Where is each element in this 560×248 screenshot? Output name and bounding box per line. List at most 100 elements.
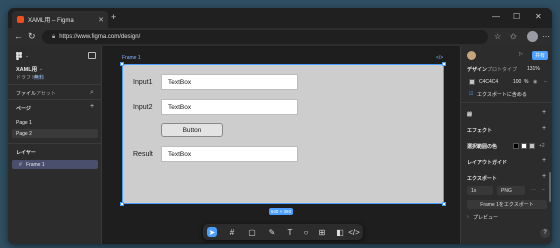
tab-assets[interactable]: アセット bbox=[36, 90, 56, 97]
preview-toggle[interactable]: プレビュー bbox=[473, 214, 498, 221]
bottom-toolbar: ➤ # ▢ ✎ T ○ ⊞ ◧ </> bbox=[203, 224, 363, 240]
back-arrow-icon[interactable]: ← bbox=[14, 31, 23, 41]
chevron-down-icon[interactable]: ⌄ bbox=[25, 53, 29, 59]
export-format-select[interactable]: PNG bbox=[497, 186, 525, 195]
layers-heading: レイヤー bbox=[16, 150, 36, 156]
more-colors-count[interactable]: +2 bbox=[539, 143, 545, 149]
add-page-icon[interactable]: + bbox=[90, 103, 94, 110]
color-chip[interactable] bbox=[513, 143, 519, 149]
textbox-input2[interactable]: TextBox bbox=[161, 99, 298, 115]
actions-tool-icon[interactable]: ⊞ bbox=[317, 227, 327, 237]
tab-title: XAML用 – Figma bbox=[28, 18, 74, 24]
textbox-input1[interactable]: TextBox bbox=[161, 74, 298, 90]
profile-avatar[interactable] bbox=[527, 31, 538, 42]
pages-heading: ページ bbox=[16, 106, 31, 112]
row-label: Input2 bbox=[133, 104, 153, 111]
file-name-chevron-icon[interactable]: ⌄ bbox=[39, 66, 43, 72]
export-scale-select[interactable]: 1x bbox=[467, 186, 493, 195]
figma-menu-icon[interactable] bbox=[15, 52, 23, 60]
url-field[interactable]: 🔒︎ https://www.figma.com/design/ bbox=[42, 30, 488, 44]
remove-icon[interactable]: − bbox=[544, 79, 547, 85]
frame-tool-icon[interactable]: # bbox=[227, 227, 237, 237]
section-stroke: 線 bbox=[467, 112, 473, 118]
frame-name-label[interactable]: Frame 1 bbox=[122, 55, 141, 61]
add-layout-guide-icon[interactable]: + bbox=[542, 157, 546, 164]
tab-files[interactable]: ファイル bbox=[16, 90, 36, 97]
present-icon[interactable]: ▷ bbox=[519, 51, 523, 57]
window-close-button[interactable]: ✕ bbox=[535, 12, 542, 21]
panel-toggle-icon[interactable] bbox=[88, 52, 96, 59]
page-item[interactable]: Page 1 bbox=[16, 120, 32, 126]
left-panel: ⌄ XAML用 ⌄ ドラフト 無料 ファイル アセット ⌕ ページ + Page… bbox=[8, 46, 102, 244]
divider bbox=[8, 99, 102, 100]
design-mode-icon[interactable]: ◧ bbox=[335, 227, 345, 237]
text-tool-icon[interactable]: T bbox=[285, 227, 295, 237]
add-export-icon[interactable]: + bbox=[542, 173, 546, 180]
lock-icon: 🔒︎ bbox=[52, 33, 56, 40]
browser-tab[interactable]: XAML用 – Figma ✕ bbox=[12, 11, 108, 28]
favorites-icon[interactable]: ✩ bbox=[510, 32, 517, 41]
comment-tool-icon[interactable]: ○ bbox=[301, 227, 311, 237]
section-effects: エフェクト bbox=[467, 128, 493, 134]
close-tab-icon[interactable]: ✕ bbox=[98, 16, 104, 24]
new-tab-button[interactable]: + bbox=[111, 12, 116, 22]
resize-handle[interactable] bbox=[442, 62, 446, 66]
textbox-result[interactable]: TextBox bbox=[161, 146, 298, 162]
user-avatar[interactable] bbox=[467, 51, 476, 60]
color-chip[interactable] bbox=[521, 143, 527, 149]
maximize-button[interactable]: ☐ bbox=[513, 12, 520, 21]
divider bbox=[8, 143, 102, 144]
row-label: Result bbox=[133, 151, 153, 158]
export-checkbox-label: エクスポートに含める bbox=[477, 92, 527, 98]
remove-export-icon[interactable]: − bbox=[542, 187, 545, 193]
title-bar: XAML用 – Figma ✕ + — ☐ ✕ bbox=[8, 8, 552, 28]
add-stroke-icon[interactable]: + bbox=[542, 109, 546, 116]
dev-mode-icon[interactable]: </> bbox=[348, 227, 360, 237]
fill-swatch[interactable] bbox=[469, 79, 475, 85]
minimize-button[interactable]: — bbox=[492, 12, 500, 21]
scrollbar[interactable] bbox=[549, 172, 551, 202]
move-tool-icon[interactable]: ➤ bbox=[207, 227, 217, 237]
canvas[interactable]: Frame 1 </> Input1 TextBox Input2 TextBo… bbox=[102, 46, 460, 244]
address-bar-row: ← ↻ 🔒︎ https://www.figma.com/design/ ☆ ✩… bbox=[8, 28, 552, 46]
refresh-icon[interactable]: ↻ bbox=[28, 31, 36, 42]
resize-handle[interactable] bbox=[120, 202, 124, 206]
browser-window: XAML用 – Figma ✕ + — ☐ ✕ ← ↻ 🔒︎ https://w… bbox=[8, 8, 552, 244]
pen-tool-icon[interactable]: ✎ bbox=[267, 227, 277, 237]
layer-item-label: Frame 1 bbox=[26, 162, 45, 168]
rectangle-tool-icon[interactable]: ▢ bbox=[247, 227, 257, 237]
tab-design[interactable]: デザイン bbox=[467, 66, 487, 73]
layer-item-selected[interactable] bbox=[12, 160, 98, 169]
section-selection-colors: 選択範囲の色 bbox=[467, 144, 498, 150]
figma-favicon-icon bbox=[17, 16, 24, 23]
tab-prototype[interactable]: プロトタイプ bbox=[487, 66, 517, 73]
zoom-level[interactable]: 131% bbox=[527, 66, 540, 72]
export-checkbox-icon[interactable]: ☑ bbox=[469, 91, 473, 97]
resize-handle[interactable] bbox=[120, 62, 124, 66]
frame-1[interactable]: Input1 TextBox Input2 TextBox Button Res… bbox=[120, 62, 446, 206]
right-panel: ▷ 共有 デザイン プロトタイプ 131% C4C4C4 100 % ◉ − ☑… bbox=[460, 46, 552, 244]
more-menu-icon[interactable]: ⋯ bbox=[542, 32, 550, 41]
code-icon[interactable]: </> bbox=[436, 55, 443, 61]
chevron-right-icon[interactable]: › bbox=[467, 214, 469, 220]
eye-icon[interactable]: ◉ bbox=[533, 79, 537, 85]
export-options-icon[interactable]: ⋯ bbox=[531, 187, 536, 193]
page-item[interactable]: Page 2 bbox=[16, 131, 32, 137]
search-icon[interactable]: ⌕ bbox=[90, 89, 94, 97]
fill-opacity-unit: % bbox=[524, 79, 529, 85]
button-element[interactable]: Button bbox=[161, 123, 223, 137]
section-export: エクスポート bbox=[467, 176, 497, 182]
file-name[interactable]: XAML用 bbox=[16, 65, 37, 73]
divider bbox=[461, 102, 552, 103]
file-location: ドラフト bbox=[16, 75, 37, 81]
resize-handle[interactable] bbox=[442, 202, 446, 206]
fill-hex[interactable]: C4C4C4 bbox=[479, 79, 498, 85]
share-button[interactable]: 共有 bbox=[532, 51, 548, 60]
color-chip[interactable] bbox=[529, 143, 535, 149]
export-frame-button[interactable]: Frame 1をエクスポート bbox=[467, 200, 547, 209]
help-button[interactable]: ? bbox=[540, 228, 550, 238]
add-effect-icon[interactable]: + bbox=[542, 125, 546, 132]
star-icon[interactable]: ☆ bbox=[494, 32, 501, 41]
fill-opacity[interactable]: 100 bbox=[513, 79, 521, 85]
frame-grid-icon: # bbox=[19, 162, 22, 168]
